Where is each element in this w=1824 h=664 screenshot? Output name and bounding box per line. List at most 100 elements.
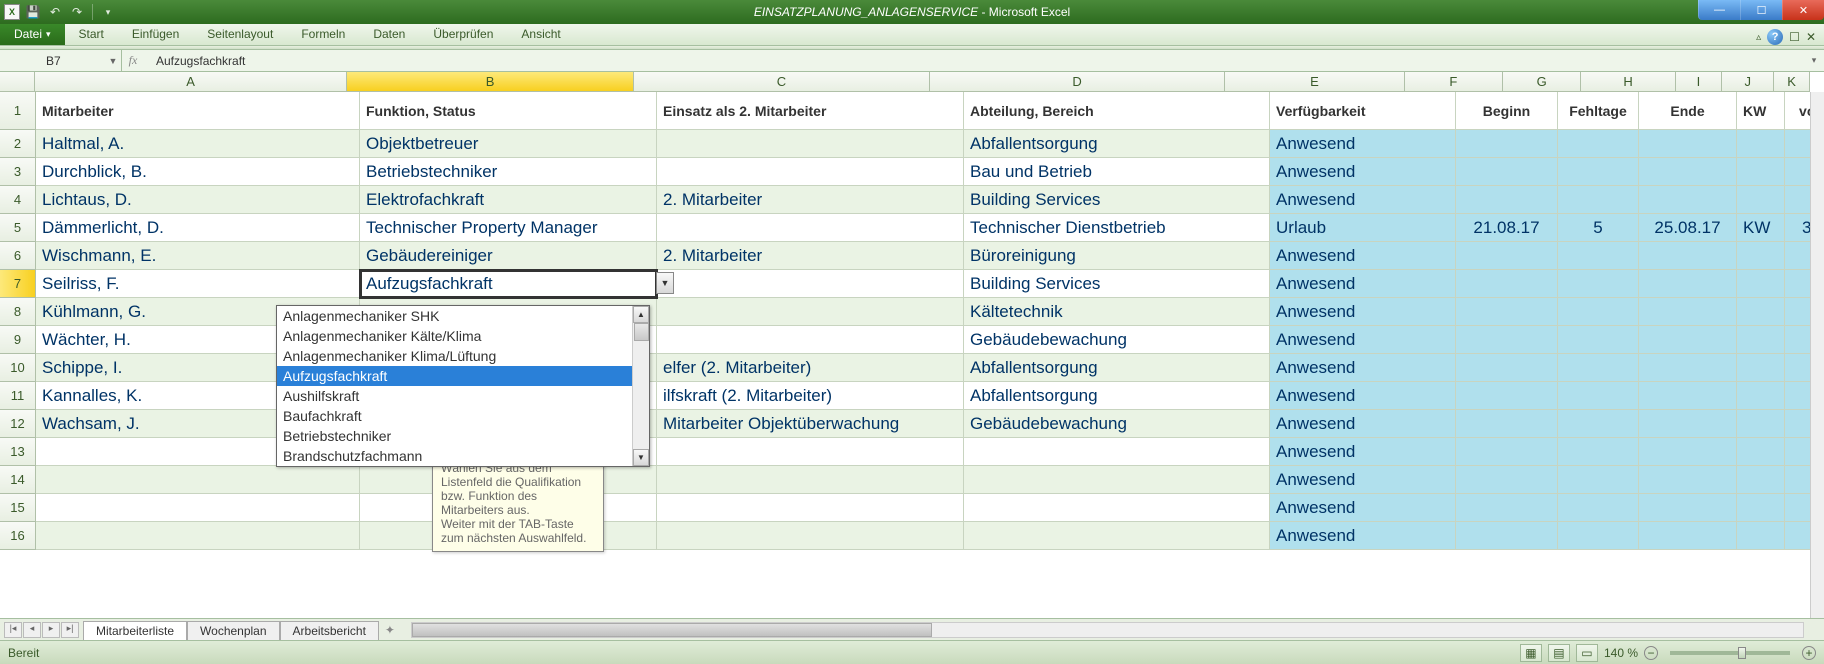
worksheet-grid[interactable]: ABCDEFGHIJK 1MitarbeiterFunktion, Status… — [0, 72, 1824, 618]
chevron-down-icon[interactable]: ▼ — [105, 56, 121, 66]
validation-dropdown[interactable]: ▲ ▼ Anlagenmechaniker SHKAnlagenmechanik… — [276, 305, 650, 467]
dropdown-item[interactable]: Brandschutzfachmann — [277, 446, 649, 466]
cell[interactable]: ilfskraft (2. Mitarbeiter) — [657, 382, 964, 410]
cell[interactable]: 2. Mitarbeiter — [657, 186, 964, 214]
cell[interactable] — [1456, 438, 1558, 466]
cell[interactable] — [1639, 354, 1737, 382]
cell[interactable] — [1456, 298, 1558, 326]
column-header[interactable]: C — [634, 72, 930, 91]
cell[interactable] — [1639, 410, 1737, 438]
normal-view-icon[interactable]: ▦ — [1520, 644, 1542, 662]
zoom-out-icon[interactable]: − — [1644, 646, 1658, 660]
cell[interactable] — [1639, 326, 1737, 354]
row-header[interactable]: 11 — [0, 382, 36, 410]
cell[interactable]: Abfallentsorgung — [964, 382, 1270, 410]
sheet-tab[interactable]: Arbeitsbericht — [280, 621, 379, 640]
cell[interactable] — [1456, 270, 1558, 298]
cell[interactable]: Mitarbeiter — [36, 92, 360, 130]
window-close-icon[interactable]: ✕ — [1806, 30, 1816, 44]
cell[interactable]: Betriebstechniker — [360, 158, 657, 186]
tab-nav-last-icon[interactable]: ▸| — [61, 622, 79, 638]
cell[interactable]: KW — [1737, 92, 1785, 130]
column-header[interactable]: H — [1581, 72, 1676, 91]
cell[interactable]: Abfallentsorgung — [964, 354, 1270, 382]
cell[interactable] — [657, 522, 964, 550]
row-header[interactable]: 6 — [0, 242, 36, 270]
dropdown-item[interactable]: Betriebstechniker — [277, 426, 649, 446]
fx-icon[interactable]: fx — [122, 53, 144, 68]
cell[interactable] — [657, 298, 964, 326]
cell[interactable] — [657, 494, 964, 522]
ribbon-tab-ansicht[interactable]: Ansicht — [507, 23, 574, 45]
dropdown-item[interactable]: Anlagenmechaniker Klima/Lüftung — [277, 346, 649, 366]
close-button[interactable]: ✕ — [1782, 0, 1824, 20]
column-header[interactable]: F — [1405, 72, 1503, 91]
row-header[interactable]: 1 — [0, 92, 36, 130]
row-header[interactable]: 14 — [0, 466, 36, 494]
cell[interactable] — [1558, 186, 1639, 214]
cell[interactable]: Anwesend — [1270, 522, 1456, 550]
sheet-tab[interactable]: Wochenplan — [187, 621, 280, 640]
cell[interactable] — [1558, 438, 1639, 466]
ribbon-tab-seitenlayout[interactable]: Seitenlayout — [193, 23, 287, 45]
maximize-button[interactable]: ☐ — [1740, 0, 1782, 20]
cell[interactable]: Building Services — [964, 270, 1270, 298]
cell[interactable]: Gebäudereiniger — [360, 242, 657, 270]
cell[interactable]: Lichtaus, D. — [36, 186, 360, 214]
cell[interactable]: Anwesend — [1270, 354, 1456, 382]
cell[interactable] — [657, 270, 964, 298]
ribbon-tab-formeln[interactable]: Formeln — [287, 23, 359, 45]
dropdown-item[interactable]: Anlagenmechaniker Kälte/Klima — [277, 326, 649, 346]
cell[interactable]: 21.08.17 — [1456, 214, 1558, 242]
cell[interactable] — [1639, 382, 1737, 410]
cell[interactable]: Anwesend — [1270, 438, 1456, 466]
row-header[interactable]: 4 — [0, 186, 36, 214]
expand-formula-icon[interactable]: ▾ — [1804, 55, 1824, 66]
cell[interactable]: Anwesend — [1270, 298, 1456, 326]
zoom-in-icon[interactable]: + — [1802, 646, 1816, 660]
cell[interactable] — [657, 158, 964, 186]
cell[interactable] — [657, 326, 964, 354]
cell[interactable] — [1737, 466, 1785, 494]
column-header[interactable]: G — [1503, 72, 1581, 91]
name-box[interactable]: B7 ▼ — [0, 50, 122, 71]
cell[interactable]: Einsatz als 2. Mitarbeiter — [657, 92, 964, 130]
cell[interactable] — [1456, 494, 1558, 522]
page-break-view-icon[interactable]: ▭ — [1576, 644, 1598, 662]
cell[interactable]: KW — [1737, 214, 1785, 242]
cell[interactable]: Technischer Property Manager — [360, 214, 657, 242]
cell[interactable] — [1737, 158, 1785, 186]
cell[interactable] — [1639, 130, 1737, 158]
cell[interactable] — [1456, 522, 1558, 550]
ribbon-tab-start[interactable]: Start — [65, 23, 118, 45]
cell[interactable] — [964, 522, 1270, 550]
ribbon-minimize-icon[interactable]: ▵ — [1756, 32, 1761, 43]
cell[interactable] — [1558, 410, 1639, 438]
column-header[interactable]: D — [930, 72, 1225, 91]
cell[interactable] — [1639, 158, 1737, 186]
cell[interactable] — [657, 466, 964, 494]
cell[interactable]: 5 — [1558, 214, 1639, 242]
cell[interactable]: Ende — [1639, 92, 1737, 130]
qat-customize-icon[interactable]: ▾ — [99, 3, 117, 21]
minimize-button[interactable]: — — [1698, 0, 1740, 20]
ribbon-tab-überprüfen[interactable]: Überprüfen — [419, 23, 507, 45]
cell[interactable]: Bau und Betrieb — [964, 158, 1270, 186]
scroll-up-icon[interactable]: ▲ — [633, 306, 649, 323]
cell[interactable]: Aufzugsfachkraft▼ — [360, 270, 657, 298]
cell[interactable]: Verfügbarkeit — [1270, 92, 1456, 130]
cell[interactable] — [1639, 242, 1737, 270]
cell[interactable]: Building Services — [964, 186, 1270, 214]
scroll-down-icon[interactable]: ▼ — [633, 449, 649, 466]
cell[interactable] — [1737, 410, 1785, 438]
cell[interactable]: Abfallentsorgung — [964, 130, 1270, 158]
cell[interactable] — [1456, 354, 1558, 382]
window-restore-icon[interactable]: ☐ — [1789, 30, 1800, 44]
cell[interactable] — [1456, 382, 1558, 410]
cell[interactable]: Mitarbeiter Objektüberwachung — [657, 410, 964, 438]
select-all-cell[interactable] — [0, 72, 35, 91]
cell[interactable] — [1639, 186, 1737, 214]
cell[interactable] — [36, 466, 360, 494]
sheet-tab[interactable]: Mitarbeiterliste — [83, 621, 187, 640]
cell[interactable] — [1639, 466, 1737, 494]
